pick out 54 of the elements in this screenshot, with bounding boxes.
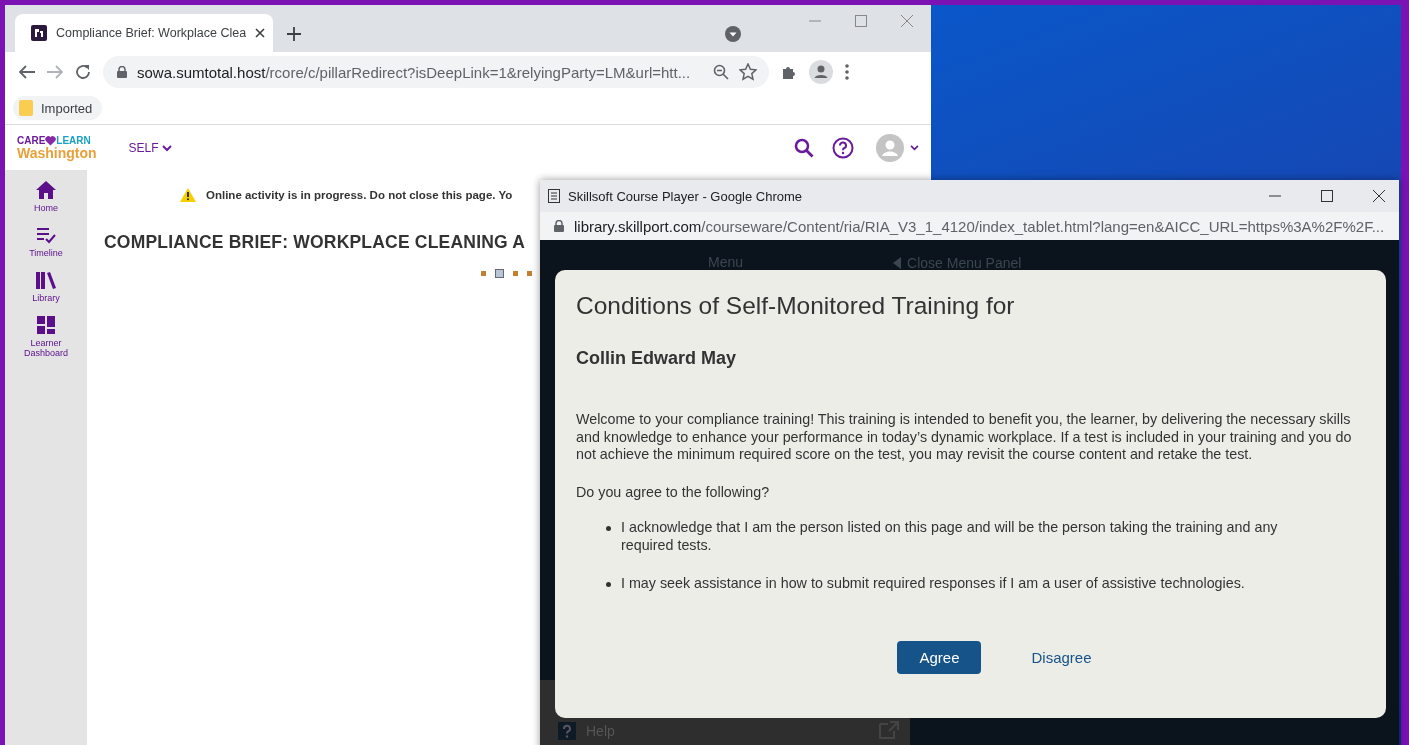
address-url: sowa.sumtotal.host/rcore/c/pillarRedirect?isDeepLink=1&relyingParty=LM&url=htt... <box>137 63 691 81</box>
bookmark-folder[interactable]: Imported <box>13 96 103 120</box>
help-icon <box>558 722 576 740</box>
agreement-question: Do you agree to the following? <box>576 483 771 501</box>
agreement-item: I acknowledge that I am the person listed on this page and will be the person taking the training and any required tests. <box>621 519 1279 554</box>
tab-search-icon[interactable] <box>725 25 741 42</box>
lock-icon <box>117 66 127 78</box>
sidebar-nav-item[interactable]: Library <box>16 270 76 303</box>
site-logo[interactable]: CARE LEARN Washington <box>17 135 97 160</box>
intro-paragraph: Welcome to your compliance training! This training is intended to benefit you, the learner, by delivering the necessary skills and knowledge to enhance your performance in today’s dynamic workplace. If a test is included in your training and you do not achieve the minimum required score on the test, you may revisit the course content and retake the test. <box>576 411 1353 464</box>
home-icon <box>35 180 57 200</box>
address-bar[interactable]: sowa.sumtotal.host/rcore/c/pillarRedirect?isDeepLink=1&relyingParty=LM&url=htt... <box>103 56 769 88</box>
extensions-puzzle-icon[interactable] <box>781 64 797 80</box>
sidebar-nav-item[interactable]: Home <box>16 180 76 213</box>
browser-tab[interactable]: Compliance Brief: Workplace Clea <box>15 14 273 52</box>
folder-icon <box>19 100 33 116</box>
page-icon <box>548 189 560 203</box>
new-tab-icon[interactable] <box>287 26 301 41</box>
timeline-icon <box>35 225 57 245</box>
popup-window-title: Skillsoft Course Player - Google Chrome <box>568 188 803 204</box>
help-icon[interactable] <box>832 136 854 159</box>
close-tab-icon[interactable] <box>255 28 266 38</box>
browser-menu-icon[interactable] <box>845 64 849 80</box>
chevron-down-icon <box>910 144 919 151</box>
profile-avatar-icon[interactable] <box>809 60 833 84</box>
agree-button[interactable]: Agree <box>897 640 982 674</box>
sidebar-nav-item[interactable]: Learner Dashboard <box>16 315 76 358</box>
sidebar-nav-item[interactable]: Timeline <box>16 225 76 258</box>
maximize-icon[interactable] <box>1321 190 1333 202</box>
bullet-dot-icon <box>606 582 611 587</box>
learner-name: Collin Edward May <box>576 348 738 369</box>
warning-message: Online activity is in progress. Do not close this page. Yo <box>206 189 513 201</box>
course-title: COMPLIANCE BRIEF: WORKPLACE CLEANING A <box>104 232 527 253</box>
lock-icon <box>554 220 564 232</box>
tab-title: Compliance Brief: Workplace Clea <box>56 26 247 40</box>
library-icon <box>35 270 57 290</box>
self-menu-dropdown[interactable]: SELF <box>122 139 178 156</box>
disagree-link[interactable]: Disagree <box>1025 640 1098 674</box>
agreement-item: I may seek assistance in how to submit required responses if I am a user of assistive technologies. <box>621 575 1245 593</box>
reload-icon[interactable] <box>75 64 91 80</box>
popup-address-url: library.skillport.com/courseware/Content/ria/RIA_V3_1_4120/index_tablet.html?lang=en&AICC_URL=https%3A%2F%2F... <box>574 217 1385 235</box>
left-triangle-icon <box>893 256 902 269</box>
back-icon[interactable] <box>19 65 35 79</box>
dialog-heading: Conditions of Self-Monitored Training for <box>576 292 1016 320</box>
bullet-dot-icon <box>606 526 611 531</box>
dashboard-icon <box>35 315 57 335</box>
close-window-icon[interactable] <box>1373 190 1385 202</box>
warning-icon <box>180 188 196 202</box>
search-icon[interactable] <box>794 137 814 158</box>
zoom-out-icon[interactable] <box>713 64 729 80</box>
bookmark-star-icon[interactable] <box>739 63 757 81</box>
chevron-down-icon <box>161 144 172 152</box>
site-favicon-icon <box>31 25 47 41</box>
user-avatar-icon <box>876 133 904 162</box>
